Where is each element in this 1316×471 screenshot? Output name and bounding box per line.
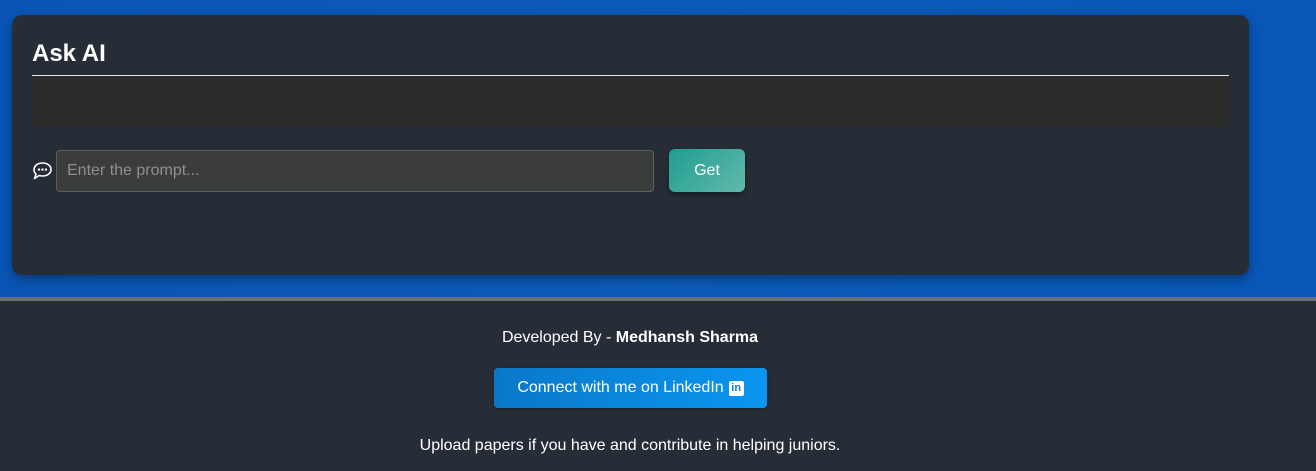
developer-credit: Developed By - Medhansh Sharma bbox=[0, 328, 1260, 348]
ai-response-area bbox=[32, 76, 1229, 127]
linkedin-icon: in bbox=[728, 380, 744, 396]
developed-by-label: Developed By - bbox=[501, 329, 616, 346]
page-background: Ask AI Get bbox=[0, 0, 1316, 297]
ask-ai-card: Ask AI Get bbox=[12, 15, 1249, 275]
developer-name: Medhansh Sharma bbox=[615, 329, 759, 346]
upload-message: Upload papers if you have and contribute… bbox=[419, 437, 841, 454]
get-button[interactable]: Get bbox=[669, 149, 745, 192]
footer: Developed By - Medhansh Sharma Connect w… bbox=[0, 297, 1316, 471]
card-title: Ask AI bbox=[32, 40, 106, 67]
linkedin-button[interactable]: Connect with me on LinkedIn in bbox=[494, 368, 767, 408]
chat-bubble-icon bbox=[33, 162, 52, 180]
prompt-input[interactable] bbox=[56, 150, 654, 192]
linkedin-button-label: Connect with me on LinkedIn bbox=[517, 379, 724, 396]
